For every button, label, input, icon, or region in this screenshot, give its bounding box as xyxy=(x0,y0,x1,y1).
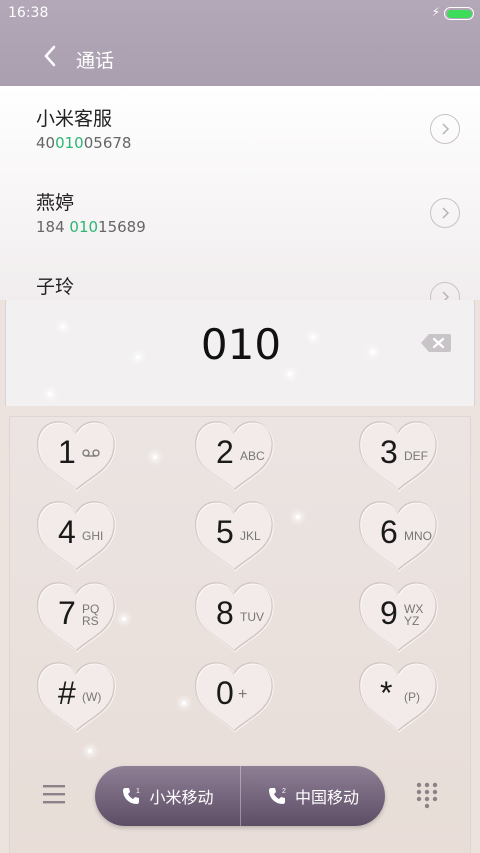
contact-detail-button[interactable] xyxy=(430,114,460,144)
dialpad-icon[interactable] xyxy=(415,781,439,809)
charging-icon: ⚡ xyxy=(431,5,440,19)
contact-suggestion-list: 小米客服 4001005678 燕婷 184 01015689 子玲 xyxy=(0,86,480,300)
key-digit: 4 xyxy=(58,514,76,550)
dial-display: 010 xyxy=(5,300,475,406)
key-digit: # xyxy=(58,675,76,711)
call-sim1-label: 小米移动 xyxy=(149,788,214,807)
key-digit: 8 xyxy=(216,595,234,631)
heart-key-icon xyxy=(195,662,274,733)
dialed-number[interactable]: 010 xyxy=(6,320,476,369)
key-digit: * xyxy=(380,675,393,711)
key-letters: + xyxy=(238,686,248,703)
contact-name: 燕婷 xyxy=(36,192,75,214)
key-3[interactable]: 3 DEF xyxy=(356,418,440,494)
key-0[interactable]: 0 + xyxy=(192,659,276,735)
key-letters: MNO xyxy=(404,529,432,543)
key-letters-2: YZ xyxy=(404,614,420,628)
contact-row[interactable]: 燕婷 184 01015689 xyxy=(0,170,480,254)
key-digit: 3 xyxy=(380,434,398,470)
key-8[interactable]: 8 TUV xyxy=(192,579,276,655)
key-digit: 0 xyxy=(216,675,234,711)
call-sim2-button[interactable]: 2 中国移动 xyxy=(240,766,385,826)
key-letters: GHI xyxy=(82,529,104,543)
key-digit: 5 xyxy=(216,514,234,550)
heart-key-icon xyxy=(37,501,116,572)
battery-icon xyxy=(444,7,474,20)
key-letters: JKL xyxy=(240,529,261,543)
key-letters: DEF xyxy=(404,449,428,463)
key-5[interactable]: 5 JKL xyxy=(192,498,276,574)
contact-row[interactable]: 小米客服 4001005678 xyxy=(0,86,480,170)
key-digit: 9 xyxy=(380,595,398,631)
contact-detail-button[interactable] xyxy=(430,198,460,228)
key-digit: 7 xyxy=(58,595,76,631)
menu-icon[interactable] xyxy=(42,783,66,805)
key-4[interactable]: 4 GHI xyxy=(34,498,118,574)
key-letters: (W) xyxy=(82,690,102,704)
status-time: 16:38 xyxy=(8,5,49,21)
key-6[interactable]: 6 MNO xyxy=(356,498,440,574)
svg-text:1: 1 xyxy=(136,788,140,795)
call-buttons: 1 小米移动 2 中国移动 xyxy=(95,766,385,826)
heart-key-icon xyxy=(37,582,116,653)
chevron-right-icon xyxy=(442,291,450,300)
key-letters: ABC xyxy=(240,449,265,463)
key-hash[interactable]: # (W) xyxy=(34,659,118,735)
key-9[interactable]: 9 YZ WX xyxy=(356,579,440,655)
key-letters: WX xyxy=(404,602,424,616)
key-2[interactable]: 2 ABC xyxy=(192,418,276,494)
key-letters: PQ xyxy=(82,602,100,616)
key-letters: TUV xyxy=(240,610,264,624)
contact-name: 小米客服 xyxy=(36,108,113,130)
key-letters-2: RS xyxy=(82,614,99,628)
call-sim2-label: 中国移动 xyxy=(294,788,359,807)
key-7[interactable]: 7 RS PQ xyxy=(34,579,118,655)
key-1[interactable]: 1 xyxy=(34,418,118,494)
backspace-icon[interactable] xyxy=(420,332,452,354)
contact-detail-button[interactable] xyxy=(430,282,460,300)
heart-key-icon xyxy=(359,582,438,653)
key-digit: 2 xyxy=(216,434,234,470)
heart-key-icon xyxy=(359,662,438,733)
contact-number: 184 01015689 xyxy=(36,218,146,236)
chevron-right-icon xyxy=(442,207,450,219)
page-title: 通话 xyxy=(76,50,115,72)
chevron-left-icon[interactable] xyxy=(38,40,62,72)
key-star[interactable]: * (P) xyxy=(356,659,440,735)
top-bar: 16:38 ⚡ 通话 xyxy=(0,0,480,86)
phone-sim1-icon: 1 xyxy=(123,788,140,804)
header: 通话 xyxy=(0,36,480,80)
contact-name: 子玲 xyxy=(36,276,75,298)
key-letters: (P) xyxy=(404,690,420,704)
contact-number: 4001005678 xyxy=(36,134,132,152)
voicemail-icon xyxy=(82,449,100,457)
call-sim1-button[interactable]: 1 小米移动 xyxy=(95,766,240,826)
key-digit: 1 xyxy=(58,434,76,470)
heart-key-icon xyxy=(37,421,116,492)
status-bar: 16:38 ⚡ xyxy=(0,0,480,28)
key-digit: 6 xyxy=(380,514,398,550)
heart-key-icon xyxy=(37,662,116,733)
heart-key-icon xyxy=(195,501,274,572)
chevron-right-icon xyxy=(442,123,450,135)
svg-text:2: 2 xyxy=(282,788,286,795)
phone-sim2-icon: 2 xyxy=(268,788,286,804)
contact-row[interactable]: 子玲 xyxy=(0,254,480,300)
